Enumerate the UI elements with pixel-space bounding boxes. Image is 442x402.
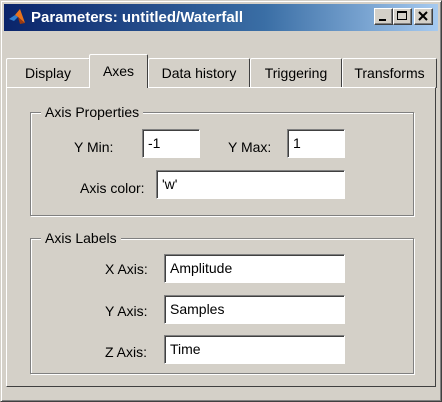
y-max-label: Y Max:	[228, 139, 272, 155]
z-axis-field[interactable]: Time	[164, 335, 345, 364]
z-axis-label: Z Axis:	[105, 344, 148, 360]
x-axis-field[interactable]: Amplitude	[164, 254, 345, 283]
tab-axes[interactable]: Axes	[89, 54, 148, 88]
axis-labels-legend: Axis Labels	[41, 230, 121, 246]
maximize-icon	[397, 11, 407, 20]
close-icon	[418, 11, 428, 21]
y-axis-field[interactable]: Samples	[164, 295, 345, 324]
axis-properties-legend: Axis Properties	[41, 104, 144, 120]
tab-triggering[interactable]: Triggering	[250, 58, 342, 88]
tab-data-history[interactable]: Data history	[148, 58, 250, 88]
title-bar[interactable]: Parameters: untitled/Waterfall	[4, 4, 438, 31]
tab-display[interactable]: Display	[6, 58, 90, 88]
y-axis-label: Y Axis:	[105, 303, 148, 319]
close-button[interactable]	[414, 8, 433, 25]
maximize-button[interactable]	[393, 8, 412, 25]
axis-properties-group	[30, 112, 414, 216]
y-min-label: Y Min:	[74, 139, 114, 155]
y-min-field[interactable]: -1	[142, 129, 200, 158]
minimize-button[interactable]	[374, 8, 393, 25]
window-title: Parameters: untitled/Waterfall	[31, 9, 243, 26]
axis-color-field[interactable]: 'w'	[156, 170, 345, 199]
parameters-dialog: Parameters: untitled/Waterfall Display D…	[0, 0, 442, 402]
tab-transforms[interactable]: Transforms	[342, 58, 437, 88]
x-axis-label: X Axis:	[105, 261, 148, 277]
matlab-icon	[8, 8, 26, 26]
y-max-field[interactable]: 1	[287, 129, 345, 158]
axis-color-label: Axis color:	[80, 180, 145, 196]
minimize-icon	[379, 19, 386, 21]
